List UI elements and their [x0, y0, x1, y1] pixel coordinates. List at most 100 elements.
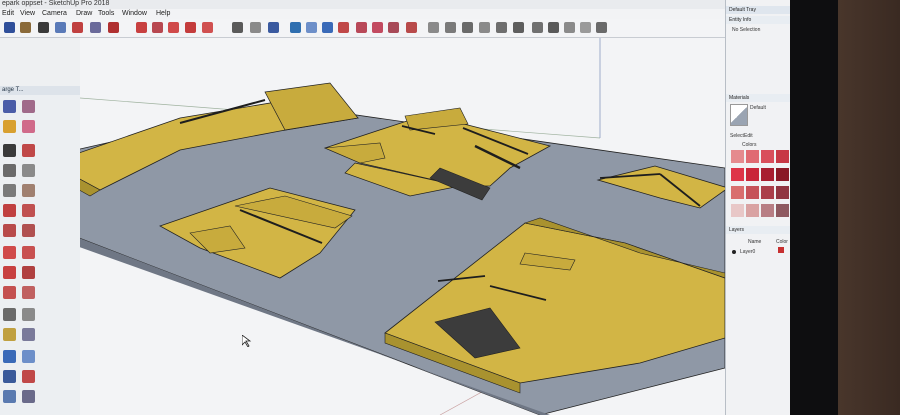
color-swatch[interactable]: [761, 186, 774, 199]
menu-edit[interactable]: Edit: [2, 10, 14, 17]
model-viewport[interactable]: [80, 38, 725, 415]
warehouse-icon[interactable]: [356, 22, 367, 33]
color-swatch[interactable]: [761, 204, 774, 217]
followme-icon[interactable]: [22, 266, 35, 279]
rectangle-icon[interactable]: [3, 164, 16, 177]
color-swatch[interactable]: [746, 204, 759, 217]
select-tool-icon[interactable]: [4, 22, 15, 33]
zoom-tool-icon[interactable]: [322, 22, 333, 33]
eraser-tool-icon[interactable]: [20, 22, 31, 33]
materials-header[interactable]: Materials: [726, 94, 791, 102]
zoom-window-icon[interactable]: [22, 370, 35, 383]
pan-tool-icon[interactable]: [306, 22, 317, 33]
color-swatch[interactable]: [776, 168, 789, 181]
pie-icon[interactable]: [22, 224, 35, 237]
circle-icon[interactable]: [3, 184, 16, 197]
color-swatch[interactable]: [746, 168, 759, 181]
orbit-icon[interactable]: [3, 350, 16, 363]
entity-info-header[interactable]: Entity Info: [726, 16, 791, 24]
text-tool-icon[interactable]: [250, 22, 261, 33]
color-swatch[interactable]: [761, 150, 774, 163]
menu-camera[interactable]: Camera: [42, 10, 67, 17]
menu-window[interactable]: Window: [122, 10, 147, 17]
extension-icon[interactable]: [372, 22, 383, 33]
material-name: Default: [750, 105, 766, 111]
menu-help[interactable]: Help: [156, 10, 170, 17]
color-swatch[interactable]: [776, 150, 789, 163]
back-view-icon[interactable]: [496, 22, 507, 33]
left-view-icon[interactable]: [513, 22, 524, 33]
dimension-icon[interactable]: [22, 308, 35, 321]
select-icon[interactable]: [3, 100, 16, 113]
text-icon[interactable]: [22, 328, 35, 341]
textured-style-icon[interactable]: [596, 22, 607, 33]
offset-tool-icon[interactable]: [202, 22, 213, 33]
layer-active-radio[interactable]: [732, 250, 736, 254]
color-swatch[interactable]: [731, 150, 744, 163]
share-icon[interactable]: [388, 22, 399, 33]
color-swatch[interactable]: [776, 186, 789, 199]
three-point-arc-icon[interactable]: [3, 224, 16, 237]
colors-dropdown[interactable]: Colors: [742, 142, 756, 148]
tab-edit[interactable]: Edit: [744, 133, 753, 139]
rotate-icon[interactable]: [3, 266, 16, 279]
tape-tool-icon[interactable]: [232, 22, 243, 33]
wireframe-style-icon[interactable]: [548, 22, 559, 33]
materials-label: Materials: [729, 95, 750, 101]
walk-icon[interactable]: [22, 390, 35, 403]
arc-icon[interactable]: [3, 204, 16, 217]
two-point-arc-icon[interactable]: [22, 204, 35, 217]
polygon-icon[interactable]: [22, 184, 35, 197]
move-tool-icon[interactable]: [136, 22, 147, 33]
xray-style-icon[interactable]: [532, 22, 543, 33]
zoom-extents-icon[interactable]: [338, 22, 349, 33]
color-swatch[interactable]: [776, 204, 789, 217]
shape-tool-icon[interactable]: [55, 22, 66, 33]
tab-select[interactable]: Select: [730, 133, 744, 139]
rectangle-tool-icon[interactable]: [90, 22, 101, 33]
color-swatch[interactable]: [746, 150, 759, 163]
zoom-icon[interactable]: [3, 370, 16, 383]
right-view-icon[interactable]: [479, 22, 490, 33]
tape-measure-icon[interactable]: [3, 308, 16, 321]
iso-view-icon[interactable]: [428, 22, 439, 33]
menu-tools[interactable]: Tools: [98, 10, 114, 17]
offset-icon[interactable]: [22, 286, 35, 299]
component-icon[interactable]: [22, 100, 35, 113]
top-view-icon[interactable]: [445, 22, 456, 33]
rotate-tool-icon[interactable]: [152, 22, 163, 33]
freehand-icon[interactable]: [22, 144, 35, 157]
position-camera-icon[interactable]: [3, 390, 16, 403]
line-icon[interactable]: [3, 144, 16, 157]
color-swatch[interactable]: [761, 168, 774, 181]
pushpull-tool-icon[interactable]: [108, 22, 119, 33]
layout-icon[interactable]: [406, 22, 417, 33]
hidden-line-style-icon[interactable]: [564, 22, 575, 33]
menu-draw[interactable]: Draw: [76, 10, 92, 17]
layer-color-swatch[interactable]: [778, 247, 784, 253]
layer-color-header: Color: [776, 239, 788, 245]
eraser-icon[interactable]: [22, 120, 35, 133]
scale-tool-icon[interactable]: [168, 22, 179, 33]
pan-icon[interactable]: [22, 350, 35, 363]
color-swatch[interactable]: [731, 168, 744, 181]
color-swatch[interactable]: [731, 186, 744, 199]
menu-view[interactable]: View: [20, 10, 35, 17]
protractor-icon[interactable]: [3, 328, 16, 341]
arc-tool-icon[interactable]: [72, 22, 83, 33]
color-swatch[interactable]: [731, 204, 744, 217]
orbit-tool-icon[interactable]: [290, 22, 301, 33]
large-tool-set: arge T...: [0, 86, 81, 415]
pencil-tool-icon[interactable]: [38, 22, 49, 33]
front-view-icon[interactable]: [462, 22, 473, 33]
axes-tool-icon[interactable]: [268, 22, 279, 33]
color-swatch[interactable]: [746, 186, 759, 199]
paint-bucket-icon[interactable]: [3, 120, 16, 133]
rotated-rectangle-icon[interactable]: [22, 164, 35, 177]
shaded-style-icon[interactable]: [580, 22, 591, 33]
layers-header[interactable]: Layers: [726, 226, 791, 234]
scale-icon[interactable]: [3, 286, 16, 299]
move-icon[interactable]: [3, 246, 16, 259]
pushpull-icon[interactable]: [22, 246, 35, 259]
followme-tool-icon[interactable]: [185, 22, 196, 33]
